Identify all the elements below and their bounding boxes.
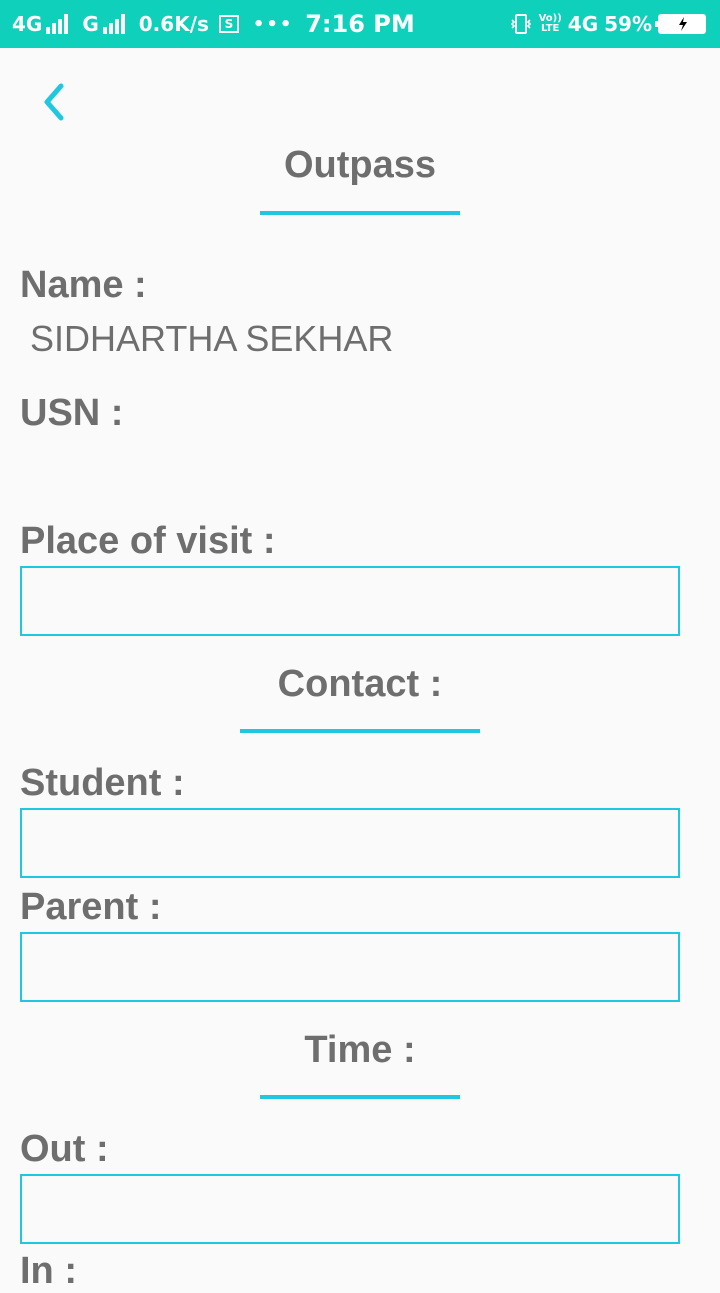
status-time: 7:16 PM	[305, 10, 415, 38]
back-button[interactable]	[32, 80, 76, 124]
status-bar: 4G G 0.6K/s S ••• 7:16 PM Vo)) LTE 4G 59%	[0, 0, 720, 48]
parent-label: Parent :	[20, 886, 162, 928]
student-contact-input[interactable]	[20, 808, 680, 878]
battery-percent: 59%	[604, 12, 652, 36]
more-notifications-icon: •••	[252, 13, 294, 35]
time-title: Time :	[304, 1029, 416, 1071]
page-title: Outpass	[283, 144, 437, 186]
network-type-3: 4G	[567, 12, 599, 36]
usn-label: USN :	[20, 392, 124, 434]
volte-icon: Vo)) LTE	[538, 13, 562, 34]
title-underline	[260, 211, 460, 215]
contact-underline	[240, 729, 480, 733]
signal-icon	[46, 14, 69, 34]
network-type-1: 4G	[12, 12, 43, 36]
network-type-2: G	[82, 12, 99, 36]
in-label: In :	[20, 1250, 77, 1292]
battery-icon	[655, 14, 706, 34]
out-time-input[interactable]	[20, 1174, 680, 1244]
name-label: Name :	[20, 264, 147, 306]
vibrate-icon	[510, 14, 531, 34]
chevron-left-icon	[44, 83, 64, 121]
place-of-visit-input[interactable]	[20, 566, 680, 636]
student-label: Student :	[20, 762, 185, 804]
status-left: 4G G 0.6K/s S •••	[12, 0, 293, 48]
name-value: SIDHARTHA SEKHAR	[30, 318, 394, 359]
contact-title: Contact :	[277, 663, 443, 705]
out-label: Out :	[20, 1128, 109, 1170]
time-underline	[260, 1095, 460, 1099]
parent-contact-input[interactable]	[20, 932, 680, 1002]
status-right: Vo)) LTE 4G 59%	[509, 0, 706, 48]
signal-icon-2	[102, 14, 125, 34]
place-of-visit-label: Place of visit :	[20, 520, 276, 562]
screenshot-icon: S	[218, 15, 239, 33]
network-speed: 0.6K/s	[138, 12, 209, 36]
